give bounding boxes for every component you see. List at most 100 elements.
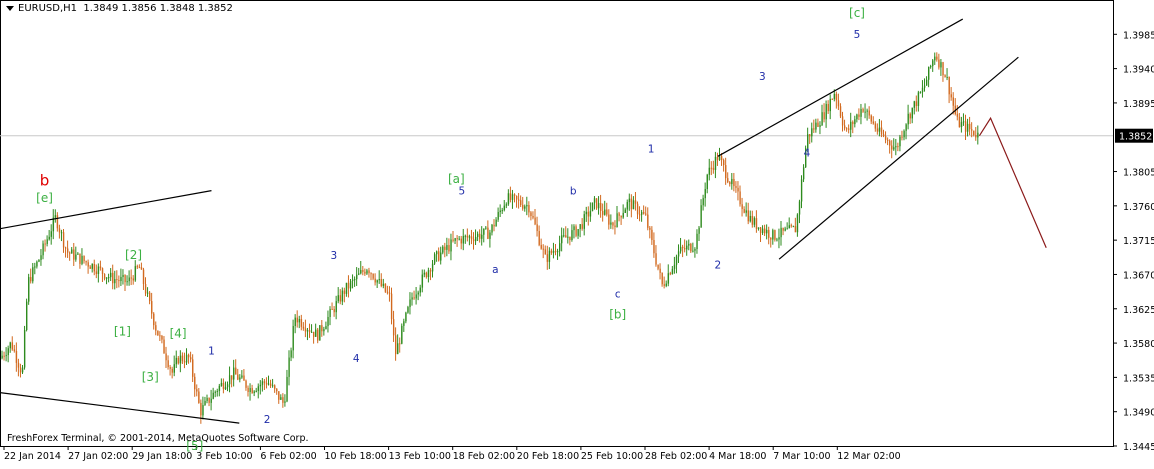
candle-body <box>696 233 698 250</box>
candle-body <box>848 128 850 130</box>
candle-body <box>626 202 629 210</box>
wave-label: a <box>492 264 498 276</box>
candle-body <box>85 261 87 263</box>
candle-body <box>360 270 362 274</box>
candle-body <box>69 252 71 254</box>
candle-body <box>725 165 727 179</box>
candle-body <box>802 167 805 180</box>
candle-body <box>509 193 512 200</box>
candle-body <box>901 136 903 138</box>
candle-body <box>698 227 700 234</box>
y-tick-label: 1.3580 <box>1123 339 1154 350</box>
candle-body <box>667 273 670 284</box>
candle-body <box>925 79 928 86</box>
candle-body <box>421 274 424 288</box>
y-tick-label: 1.3490 <box>1123 408 1154 419</box>
candle-body <box>351 279 354 281</box>
candle-body <box>518 199 520 201</box>
candle-body <box>208 397 210 403</box>
candle-body <box>934 56 936 61</box>
candle-body <box>466 235 469 238</box>
wave-label: 2 <box>264 414 271 426</box>
candle-body <box>649 227 651 230</box>
candle-body <box>405 312 407 322</box>
candle-body <box>700 205 702 228</box>
candle-body <box>36 261 38 267</box>
candle-body <box>105 277 108 279</box>
candle-body <box>253 391 255 394</box>
candle-body <box>304 328 307 332</box>
candle-body <box>663 284 665 286</box>
candle-body <box>485 227 487 229</box>
candle-body <box>587 211 590 217</box>
candle-body <box>757 227 760 229</box>
candle-body <box>114 279 116 284</box>
candle-body <box>269 383 272 386</box>
candle-body <box>151 301 153 314</box>
candle-body <box>655 253 657 265</box>
candle-body <box>546 254 549 262</box>
candle-body <box>774 230 776 240</box>
candle-body <box>780 227 782 238</box>
candle-body <box>392 319 395 336</box>
candle-body <box>448 245 450 252</box>
candle-body <box>263 381 266 383</box>
candle-body <box>776 239 778 241</box>
wave-label: [c] <box>849 6 865 20</box>
candle-body <box>190 357 192 360</box>
y-tick-label: 1.3535 <box>1123 373 1154 384</box>
candle-body <box>671 268 674 275</box>
dropdown-triangle-icon[interactable] <box>6 5 14 11</box>
candle-body <box>723 160 725 166</box>
candle-body <box>83 255 85 262</box>
candle-body <box>895 146 897 148</box>
candle-body <box>187 354 190 358</box>
wave-label: 5 <box>854 29 861 41</box>
candle-body <box>438 251 440 261</box>
wave-label: 4 <box>353 353 360 365</box>
x-tick-label: 20 Feb 18:00 <box>517 451 579 462</box>
candle-body <box>507 193 510 205</box>
wave-label: [b] <box>609 308 626 322</box>
candle-body <box>811 128 813 137</box>
candle-body <box>204 400 206 406</box>
candle-body <box>366 270 368 274</box>
candle-body <box>563 235 565 237</box>
candle-body <box>835 93 838 101</box>
price-chart[interactable]: 1.3985 1.3940 1.3895 1.3805 1.3760 1.3715 1.36… <box>0 0 1154 465</box>
candle-body <box>481 234 483 239</box>
candle-body <box>907 113 909 125</box>
current-price-label: 1.3852 <box>1119 132 1152 143</box>
x-tick-label: 12 Mar 02:00 <box>837 451 900 462</box>
candle-body <box>702 198 704 206</box>
candle-body <box>915 101 918 107</box>
candle-body <box>569 236 571 241</box>
candle-body <box>505 204 508 206</box>
candle-body <box>265 382 268 385</box>
candle-body <box>261 381 264 385</box>
candle-body <box>380 279 383 286</box>
candle-body <box>169 367 171 369</box>
candle-body <box>364 271 366 274</box>
candle-body <box>21 367 24 373</box>
candle-body <box>616 213 618 228</box>
candle-body <box>132 278 134 281</box>
candle-body <box>444 246 446 250</box>
candle-body <box>493 224 495 227</box>
candle-body <box>624 209 626 213</box>
candle-body <box>630 198 633 210</box>
candle-body <box>345 282 348 294</box>
candle-body <box>884 136 887 140</box>
candle-body <box>298 318 301 323</box>
candle-body <box>665 283 667 286</box>
candle-body <box>278 391 280 400</box>
candle-body <box>548 250 551 262</box>
candle-body <box>766 229 768 234</box>
candle-body <box>26 301 28 331</box>
candle-body <box>62 232 65 248</box>
candle-body <box>585 211 588 215</box>
candle-body <box>647 214 649 228</box>
candle-body <box>165 353 167 361</box>
candle-body <box>177 357 180 364</box>
candle-body <box>860 109 862 117</box>
